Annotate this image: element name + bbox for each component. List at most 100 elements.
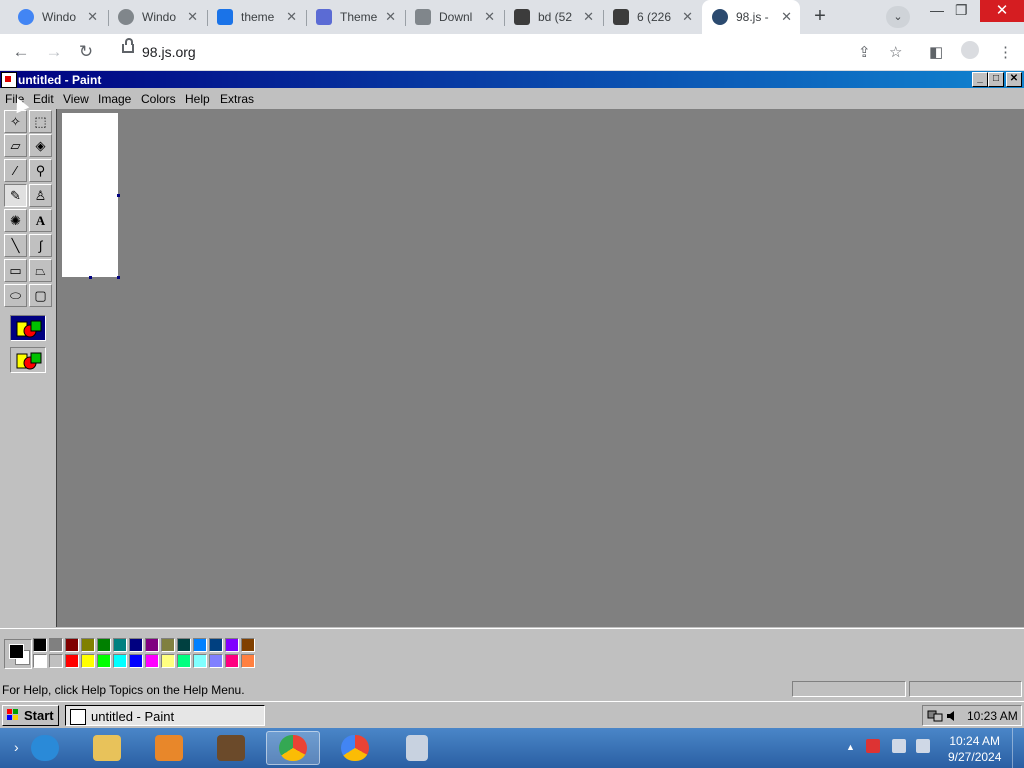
brush-tool[interactable]: ♙ <box>29 184 52 207</box>
taskbar-app-file-explorer[interactable] <box>80 731 134 765</box>
tab-close-icon[interactable]: ✕ <box>682 9 693 25</box>
network-icon[interactable] <box>892 739 906 753</box>
taskbar-app-chrome-alt[interactable] <box>328 731 382 765</box>
window-minimize-button[interactable]: — <box>930 2 944 18</box>
browser-tab[interactable]: theme ✕ <box>207 0 305 34</box>
palette-swatch[interactable] <box>241 638 255 652</box>
palette-swatch[interactable] <box>209 638 223 652</box>
new-tab-button[interactable]: + <box>808 5 832 29</box>
palette-swatch[interactable] <box>129 638 143 652</box>
url-text[interactable]: 98.js.org <box>142 44 196 60</box>
win98-clock[interactable]: 10:23 AM <box>967 709 1018 723</box>
side-panel-icon[interactable]: ◧ <box>929 43 943 61</box>
palette-swatch[interactable] <box>33 638 47 652</box>
browser-tab[interactable]: Downl ✕ <box>405 0 503 34</box>
palette-swatch[interactable] <box>113 638 127 652</box>
tab-close-icon[interactable]: ✕ <box>385 9 396 25</box>
paint-close-button[interactable]: ✕ <box>1006 72 1022 87</box>
tab-search-button[interactable]: ⌄ <box>886 6 910 28</box>
show-desktop-button[interactable] <box>1012 728 1024 768</box>
palette-swatch[interactable] <box>193 654 207 668</box>
rounded-rectangle-tool[interactable]: ▢ <box>29 284 52 307</box>
browser-tab[interactable]: bd (52 ✕ <box>504 0 602 34</box>
tab-close-icon[interactable]: ✕ <box>583 9 594 25</box>
palette-swatch[interactable] <box>33 654 47 668</box>
menu-edit[interactable]: Edit <box>33 92 54 106</box>
back-button[interactable]: ← <box>10 42 32 62</box>
airbrush-tool[interactable]: ✺ <box>4 209 27 232</box>
ellipse-tool[interactable]: ⬭ <box>4 284 27 307</box>
menu-image[interactable]: Image <box>98 92 131 106</box>
transparency-option-transparent[interactable] <box>10 347 46 373</box>
window-close-button[interactable]: ✕ <box>980 0 1024 22</box>
pencil-tool[interactable]: ✎ <box>4 184 27 207</box>
eraser-tool[interactable]: ▱ <box>4 134 27 157</box>
palette-swatch[interactable] <box>49 638 63 652</box>
browser-tab[interactable]: Windo ✕ <box>8 0 106 34</box>
palette-swatch[interactable] <box>209 654 223 668</box>
palette-swatch[interactable] <box>113 654 127 668</box>
palette-swatch[interactable] <box>161 654 175 668</box>
palette-swatch[interactable] <box>97 638 111 652</box>
taskbar-app-internet-explorer[interactable] <box>18 731 72 765</box>
palette-swatch[interactable] <box>225 638 239 652</box>
rectangle-tool[interactable]: ▭ <box>4 259 27 282</box>
palette-swatch[interactable] <box>65 638 79 652</box>
palette-swatch[interactable] <box>177 638 191 652</box>
palette-swatch[interactable] <box>225 654 239 668</box>
palette-swatch[interactable] <box>193 638 207 652</box>
tab-close-icon[interactable]: ✕ <box>187 9 198 25</box>
taskbar-app-archive[interactable] <box>204 731 258 765</box>
palette-swatch[interactable] <box>81 638 95 652</box>
menu-view[interactable]: View <box>63 92 89 106</box>
lock-icon[interactable] <box>122 38 134 53</box>
profile-avatar-icon[interactable] <box>961 41 979 59</box>
tab-close-icon[interactable]: ✕ <box>87 9 98 25</box>
magnifier-tool[interactable]: ⚲ <box>29 159 52 182</box>
canvas-resize-handle-right[interactable] <box>117 194 120 197</box>
bookmark-star-icon[interactable]: ☆ <box>889 43 902 61</box>
browser-tab[interactable]: Theme ✕ <box>306 0 404 34</box>
palette-swatch[interactable] <box>241 654 255 668</box>
taskbar-task-paint[interactable]: untitled - Paint <box>65 705 265 726</box>
fill-tool[interactable]: ◈ <box>29 134 52 157</box>
pick-color-tool[interactable]: ⁄ <box>4 159 27 182</box>
menu-colors[interactable]: Colors <box>141 92 176 106</box>
palette-swatch[interactable] <box>65 654 79 668</box>
paint-app-icon[interactable] <box>1 72 17 88</box>
browser-tab[interactable]: 6 (226 ✕ <box>603 0 701 34</box>
menu-help[interactable]: Help <box>185 92 210 106</box>
start-button[interactable]: Start <box>2 705 59 726</box>
address-bar[interactable]: 98.js.org <box>112 38 920 66</box>
taskbar-app-media-player[interactable] <box>142 731 196 765</box>
curve-tool[interactable]: ∫ <box>29 234 52 257</box>
taskbar-app-notepad[interactable] <box>390 731 444 765</box>
palette-swatch[interactable] <box>129 654 143 668</box>
canvas-resize-handle-corner[interactable] <box>117 276 120 279</box>
palette-swatch[interactable] <box>177 654 191 668</box>
palette-swatch[interactable] <box>145 654 159 668</box>
select-tool[interactable]: ⬚ <box>29 110 52 133</box>
palette-swatch[interactable] <box>161 638 175 652</box>
speaker-tray-icon[interactable] <box>947 710 957 721</box>
paint-maximize-button[interactable]: □ <box>988 72 1004 87</box>
transparency-option-opaque[interactable] <box>10 315 46 341</box>
browser-tab-active[interactable]: 98.js - ✕ <box>702 0 800 34</box>
palette-swatch[interactable] <box>145 638 159 652</box>
polygon-tool[interactable]: ⏢ <box>29 259 52 282</box>
tray-overflow-arrow-icon[interactable]: ▲ <box>846 742 855 752</box>
browser-tab[interactable]: Windo ✕ <box>108 0 206 34</box>
win7-clock[interactable]: 10:24 AM 9/27/2024 <box>948 733 1001 765</box>
reload-button[interactable]: ↻ <box>75 42 97 62</box>
free-form-select-tool[interactable]: ✧ <box>4 110 27 133</box>
drawing-canvas[interactable] <box>62 113 118 277</box>
palette-swatch[interactable] <box>81 654 95 668</box>
taskbar-app-chrome[interactable] <box>266 731 320 765</box>
palette-swatch[interactable] <box>49 654 63 668</box>
window-restore-button[interactable]: ❐ <box>955 2 968 19</box>
chrome-menu-icon[interactable]: ⋮ <box>998 43 1013 61</box>
text-tool[interactable]: A <box>29 209 52 232</box>
palette-swatch[interactable] <box>97 654 111 668</box>
network-tray-icon[interactable] <box>927 709 943 723</box>
menu-extras[interactable]: Extras <box>220 92 254 106</box>
